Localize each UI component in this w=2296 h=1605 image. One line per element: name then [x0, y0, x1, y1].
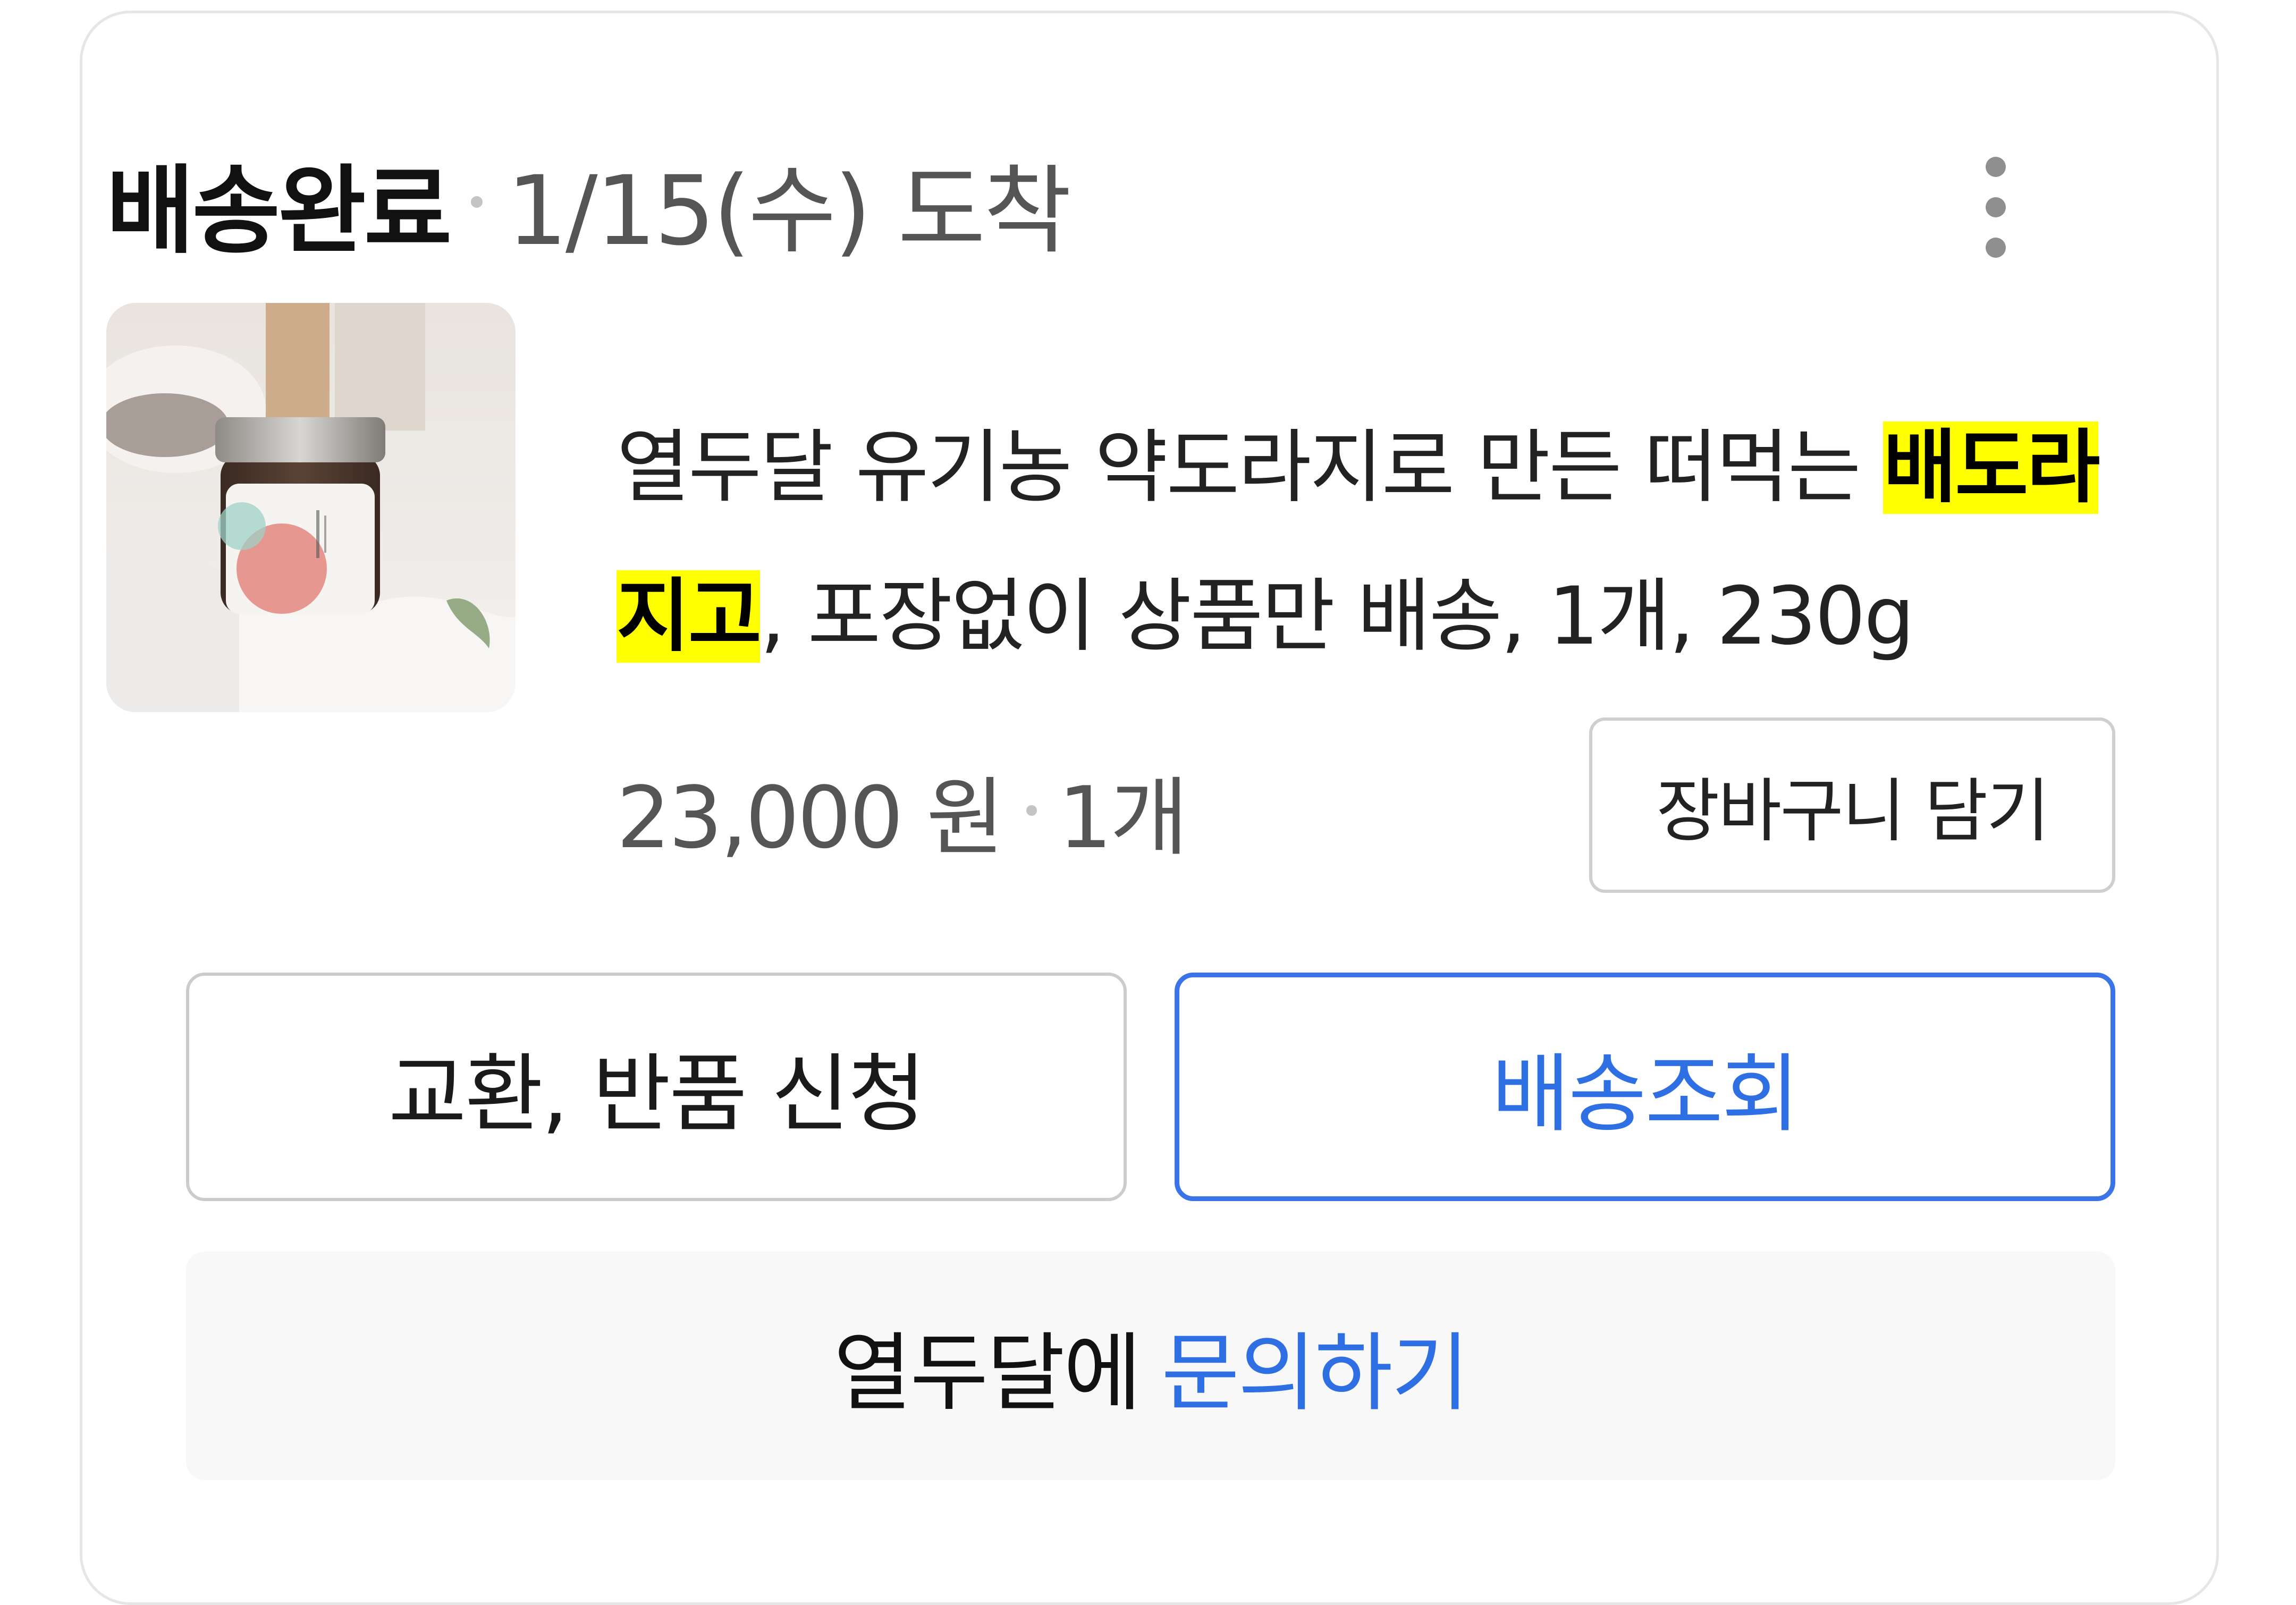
- arrival-date: 1/15(수) 도착: [507, 155, 1071, 267]
- separator-dot: [1026, 805, 1037, 816]
- price-quantity-line: 23,000 원 1개: [617, 747, 1188, 874]
- product-jar-photo: [106, 303, 516, 712]
- product-title[interactable]: 열두달 유기농 약도라지로 만든 떠먹는 배도라지고, 포장없이 상품만 배송,…: [617, 393, 2142, 691]
- exchange-return-button[interactable]: 교환, 반품 신청: [186, 973, 1127, 1201]
- product-image[interactable]: [106, 303, 516, 712]
- more-vertical-icon[interactable]: [1964, 143, 2028, 271]
- more-dot: [1986, 238, 2006, 258]
- inquiry-link[interactable]: 문의하기: [1161, 1304, 1470, 1427]
- seller-inquiry-bar[interactable]: 열두달에 문의하기: [186, 1252, 2115, 1480]
- product-title-part2: , 포장없이 상품만 배송, 1개, 230g: [760, 570, 1914, 663]
- seller-name: 열두달에: [833, 1323, 1142, 1423]
- order-header: 배송완료 1/15(수) 도착: [106, 143, 1071, 267]
- more-dot: [1986, 197, 2006, 217]
- product-price: 23,000 원: [617, 768, 1004, 867]
- track-delivery-button[interactable]: 배송조회: [1175, 973, 2115, 1201]
- separator-dot: [471, 196, 483, 208]
- product-quantity: 1개: [1058, 768, 1188, 867]
- product-title-part1: 열두달 유기농 약도라지로 만든 떠먹는: [617, 421, 1884, 514]
- delivery-status: 배송완료: [106, 155, 452, 267]
- more-dot: [1986, 157, 2006, 177]
- add-to-cart-button[interactable]: 장바구니 담기: [1589, 717, 2115, 893]
